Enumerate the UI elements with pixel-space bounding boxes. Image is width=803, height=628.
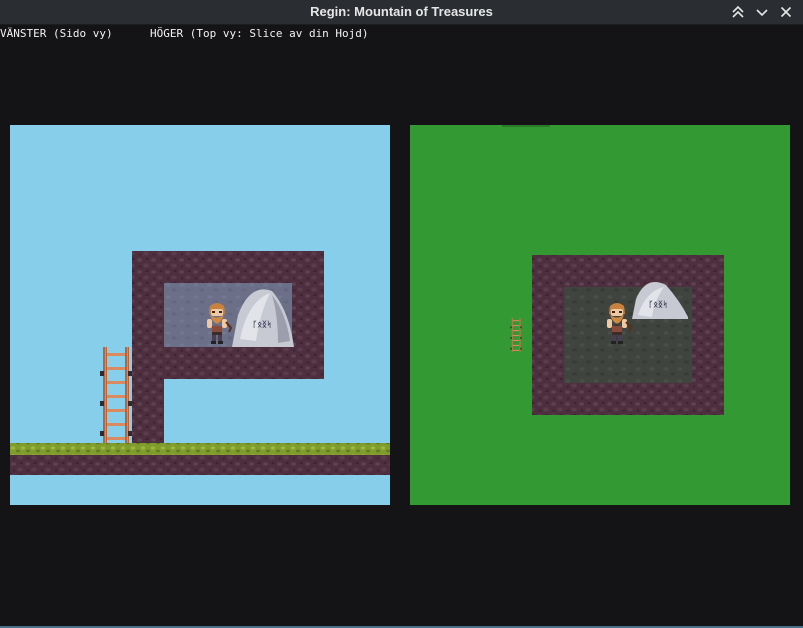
keep-above-icon (732, 5, 744, 18)
side-view-panel: ᚴᛟᛝᛋ (10, 125, 390, 505)
close-icon (780, 6, 792, 18)
window-title: Regin: Mountain of Treasures (310, 4, 493, 19)
keep-above-button[interactable] (729, 3, 747, 21)
ground-platform (10, 443, 390, 475)
grass-edge-mark (502, 125, 550, 127)
side-view-scene: ᚴᛟᛝᛋ (10, 125, 390, 505)
top-view-panel: ᚴᛟᛝᛋ (410, 125, 790, 505)
rune-glyphs: ᚴᛟᛝᛋ (252, 320, 271, 329)
rune-glyphs-top: ᚴᛟᛝᛋ (648, 300, 667, 309)
close-button[interactable] (777, 3, 795, 21)
grass-strip (10, 443, 390, 455)
minimize-button[interactable] (753, 3, 771, 21)
rock-structure-top (532, 255, 724, 415)
minimize-icon (756, 9, 768, 17)
window-titlebar: Regin: Mountain of Treasures (0, 0, 803, 25)
view-labels: VÄNSTER (Sido vy) HÖGER (Top vy: Slice a… (0, 27, 803, 41)
right-view-label: HÖGER (Top vy: Slice av din Hojd) (150, 27, 369, 40)
top-view-scene: ᚴᛟᛝᛋ (410, 125, 790, 505)
left-view-label: VÄNSTER (Sido vy) (0, 27, 113, 40)
